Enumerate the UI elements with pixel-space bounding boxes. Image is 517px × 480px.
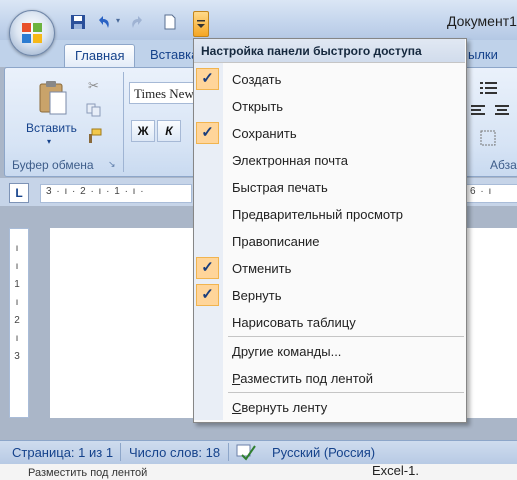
page-count[interactable]: Страница: 1 из 1 xyxy=(12,445,113,460)
menu-item-quick-print[interactable]: Быстрая печать xyxy=(195,174,464,201)
menu-item-more-commands[interactable]: Другие команды... xyxy=(195,338,464,365)
status-divider xyxy=(228,443,229,461)
paragraph-group-label: Абза xyxy=(490,158,517,172)
office-button[interactable] xyxy=(9,10,55,56)
office-logo-icon xyxy=(22,23,42,43)
checkmark-icon: ✓ xyxy=(196,68,219,90)
checkmark-icon: ✓ xyxy=(196,284,219,306)
menu-item-minimize-ribbon[interactable]: Свернуть ленту xyxy=(195,394,464,421)
checkmark-icon: ✓ xyxy=(196,257,219,279)
paste-dropdown-icon[interactable]: ▾ xyxy=(47,137,51,146)
align-center-icon[interactable] xyxy=(494,104,510,118)
dialog-launcher-icon[interactable]: ↘ xyxy=(108,159,116,170)
ruler-ticks-right: 6 · ı xyxy=(470,186,493,197)
menu-separator xyxy=(228,336,464,337)
chevron-down-icon xyxy=(197,20,205,28)
menu-item-save[interactable]: ✓ Сохранить xyxy=(195,120,464,147)
numbered-list-icon[interactable] xyxy=(479,80,499,96)
menu-item-print-preview[interactable]: Предварительный просмотр xyxy=(195,201,464,228)
borders-icon[interactable] xyxy=(480,130,498,146)
background-text-left: Разместить под лентой xyxy=(28,467,148,479)
menu-separator xyxy=(228,392,464,393)
qat-customize-button[interactable] xyxy=(193,11,209,37)
tab-selector[interactable]: L xyxy=(9,183,29,203)
menu-item-create[interactable]: ✓ Создать xyxy=(195,66,464,93)
word-count[interactable]: Число слов: 18 xyxy=(129,445,220,460)
menu-item-email[interactable]: Электронная почта xyxy=(195,147,464,174)
paste-button[interactable]: Вставить xyxy=(26,121,77,135)
copy-icon[interactable] xyxy=(86,103,102,117)
redo-icon[interactable] xyxy=(130,14,146,30)
menu-item-redo[interactable]: ✓ Вернуть xyxy=(195,282,464,309)
background-text-right: Excel-1. xyxy=(372,463,419,478)
align-left-icon[interactable] xyxy=(470,104,486,118)
language-indicator[interactable]: Русский (Россия) xyxy=(272,445,375,460)
window-title: Документ1 xyxy=(447,13,517,29)
checkmark-icon: ✓ xyxy=(196,122,219,144)
status-divider xyxy=(120,443,121,461)
paste-icon[interactable] xyxy=(38,80,68,116)
menu-item-undo[interactable]: ✓ Отменить xyxy=(195,255,464,282)
menu-item-open[interactable]: Открыть xyxy=(195,93,464,120)
undo-icon[interactable] xyxy=(95,14,111,30)
clipboard-group-label: Буфер обмена xyxy=(12,158,94,172)
tab-home[interactable]: Главная xyxy=(64,44,136,67)
proofing-icon[interactable] xyxy=(236,443,256,461)
bold-button[interactable]: Ж xyxy=(131,120,155,142)
undo-dropdown-icon[interactable]: ▾ xyxy=(116,16,120,25)
font-name-select[interactable]: Times New xyxy=(129,82,195,104)
format-painter-icon[interactable] xyxy=(86,128,102,144)
cut-icon[interactable]: ✂ xyxy=(88,78,99,94)
menu-title: Настройка панели быстрого доступа xyxy=(201,44,422,58)
new-document-icon[interactable] xyxy=(162,14,178,30)
vertical-ruler-ticks: ıı1 ı2ı 3 xyxy=(14,243,20,362)
menu-item-draw-table[interactable]: Нарисовать таблицу xyxy=(195,309,464,336)
group-divider xyxy=(123,72,124,172)
menu-item-spelling[interactable]: Правописание xyxy=(195,228,464,255)
save-icon[interactable] xyxy=(70,14,86,30)
menu-item-place-below-ribbon[interactable]: Разместить под лентой xyxy=(195,365,464,392)
italic-button[interactable]: К xyxy=(157,120,181,142)
ruler-ticks: 3 · ı · 2 · ı · 1 · ı · xyxy=(46,186,145,197)
